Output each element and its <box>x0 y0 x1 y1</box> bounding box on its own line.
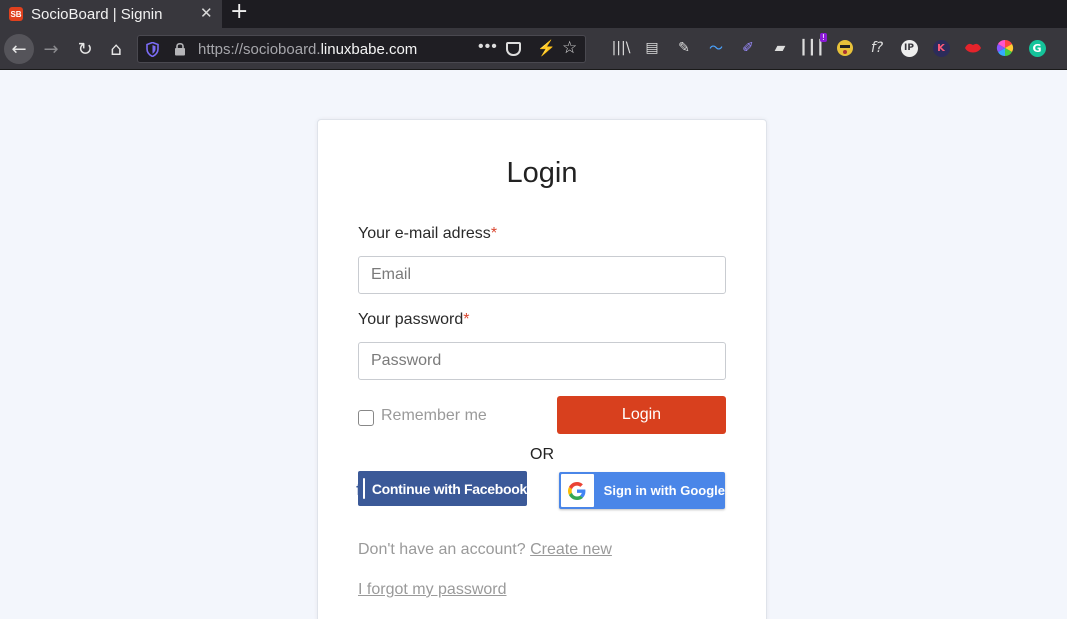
address-bar[interactable]: https://socioboard.linuxbabe.com ••• ⚡ ☆ <box>137 35 586 63</box>
lips-icon <box>965 43 981 53</box>
google-signin-button[interactable]: Sign in with Google <box>559 472 725 509</box>
bars-icon: ┃┃┃ <box>799 40 825 56</box>
remember-me-checkbox[interactable] <box>358 410 374 426</box>
login-card: Login Your e-mail adress* Your password*… <box>317 119 767 619</box>
tab-title: SocioBoard | Signin <box>31 5 163 23</box>
avatar-extension-icon[interactable] <box>834 37 856 59</box>
color-wheel-icon <box>996 39 1014 57</box>
navigation-toolbar: ← → ↻ ⌂ https://socioboard.linuxbabe.com… <box>0 28 1067 70</box>
home-icon: ⌂ <box>110 38 122 60</box>
new-tab-button[interactable]: + <box>230 1 248 23</box>
reload-button[interactable]: ↻ <box>70 34 100 64</box>
lock-icon[interactable] <box>174 42 186 56</box>
forgot-password-link[interactable]: I forgot my password <box>358 581 507 599</box>
reader-sidebar-icon[interactable]: ▤ <box>641 37 663 59</box>
k-extension-icon[interactable]: K <box>930 37 952 59</box>
socioboard-favicon-icon: SB <box>9 7 23 21</box>
signup-prompt: Don't have an account? Create new <box>358 541 612 558</box>
or-divider: OR <box>530 446 554 463</box>
formula-extension-icon[interactable]: f? <box>866 37 888 59</box>
face-avatar-icon <box>837 40 853 56</box>
login-button[interactable]: Login <box>557 396 726 434</box>
pencil-extension-icon[interactable]: ✐ <box>737 37 759 59</box>
facebook-button-label: Continue with Facebook <box>371 480 527 497</box>
reload-icon: ↻ <box>77 38 93 60</box>
lightning-bolt-icon[interactable]: ⚡ <box>537 39 556 57</box>
bookmark-star-icon[interactable]: ☆ <box>562 38 577 58</box>
home-button[interactable]: ⌂ <box>101 34 131 64</box>
library-icon[interactable]: |||\ <box>610 37 632 59</box>
email-field[interactable] <box>358 256 726 294</box>
page-actions-more-icon[interactable]: ••• <box>478 38 498 56</box>
eraser-extension-icon[interactable]: ▰ <box>769 37 791 59</box>
google-icon <box>561 474 594 507</box>
required-asterisk: * <box>490 225 498 242</box>
url-text[interactable]: https://socioboard.linuxbabe.com <box>198 41 417 58</box>
ink-extension-icon[interactable]: 〜 <box>705 37 727 59</box>
tab-socioboard-signin[interactable]: SB SocioBoard | Signin ✕ <box>0 0 222 28</box>
forward-arrow-icon: → <box>43 38 59 60</box>
bars-extension-icon[interactable]: ┃┃┃ ! <box>799 33 827 59</box>
ip-extension-icon[interactable]: IP <box>898 37 920 59</box>
pocket-icon[interactable] <box>506 42 521 56</box>
password-field[interactable] <box>358 342 726 380</box>
tracking-shield-icon[interactable] <box>146 42 159 57</box>
facebook-login-button[interactable]: f Continue with Facebook <box>356 471 527 506</box>
facebook-icon: f <box>356 478 365 499</box>
remember-me-label[interactable]: Remember me <box>381 407 487 425</box>
url-host: linuxbabe.com <box>320 41 418 58</box>
google-button-label: Sign in with Google <box>603 483 725 498</box>
page-title: Login <box>506 157 578 189</box>
create-account-link[interactable]: Create new <box>530 541 612 558</box>
back-arrow-icon: ← <box>11 38 27 60</box>
grammarly-extension-icon[interactable]: G <box>1026 37 1048 59</box>
pen-extension-icon[interactable]: ✎ <box>673 37 695 59</box>
red-lips-extension-icon[interactable] <box>962 37 984 59</box>
tab-strip: SB SocioBoard | Signin ✕ + <box>0 0 1067 28</box>
tab-close-icon[interactable]: ✕ <box>200 6 213 21</box>
notification-badge: ! <box>819 33 827 42</box>
back-button[interactable]: ← <box>4 34 34 64</box>
forward-button[interactable]: → <box>36 34 66 64</box>
password-label: Your password* <box>358 311 470 328</box>
required-asterisk: * <box>463 311 470 328</box>
color-wheel-extension-icon[interactable] <box>994 37 1016 59</box>
email-label: Your e-mail adress* <box>358 225 498 242</box>
